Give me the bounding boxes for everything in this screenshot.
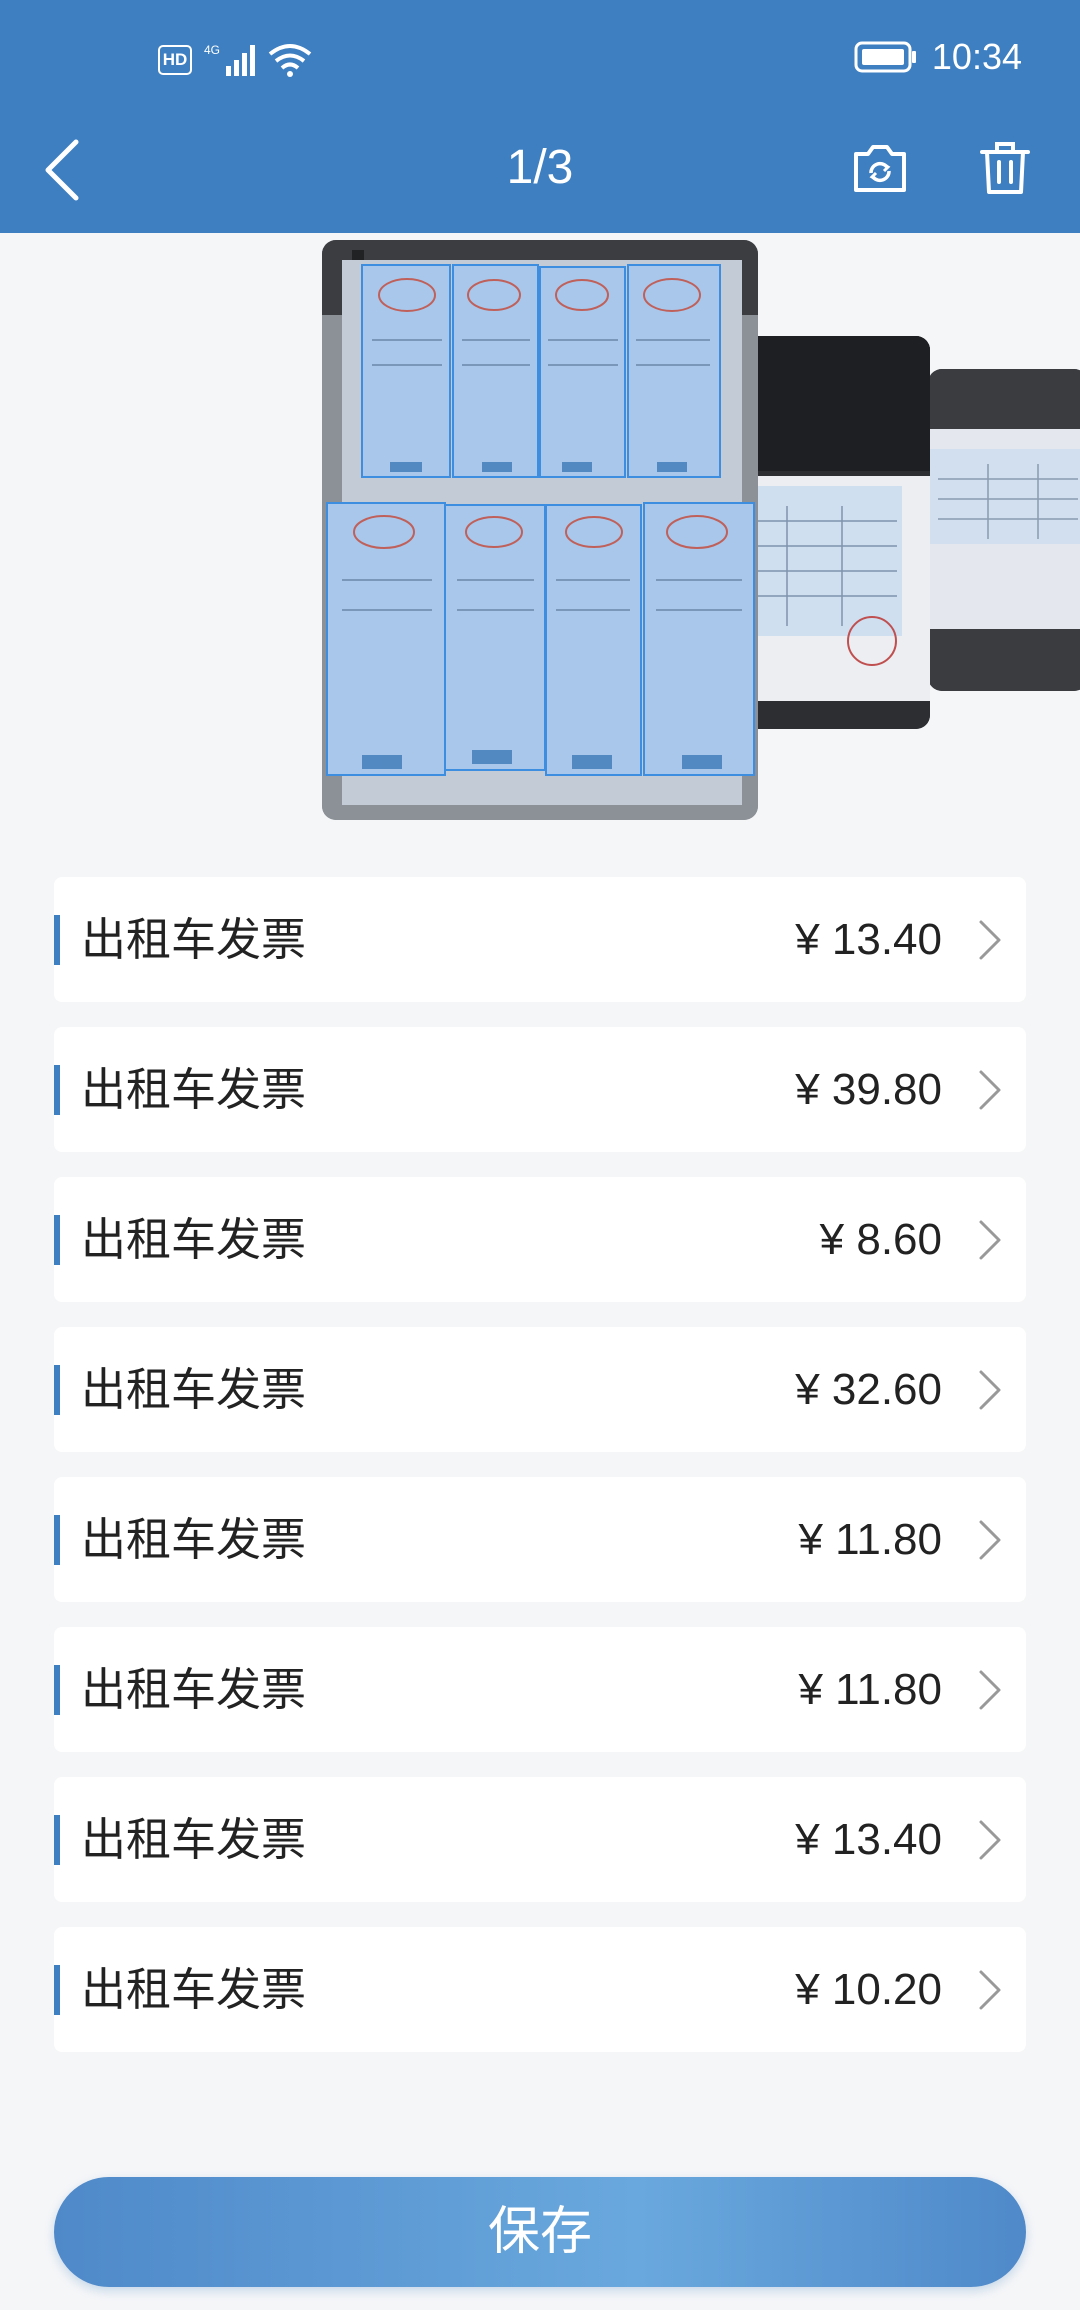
wifi-icon (268, 44, 312, 77)
invoice-row[interactable]: 出租车发票 ¥ 39.80 (54, 1027, 1026, 1152)
chevron-right-icon (979, 1370, 1001, 1410)
invoice-amount: ¥ 13.40 (795, 915, 942, 964)
invoice-amount: ¥ 32.60 (795, 1365, 942, 1414)
status-bar-left: HD 4G (158, 42, 312, 78)
invoice-amount: ¥ 8.60 (819, 1215, 942, 1264)
status-bar-right: 10:34 (854, 36, 1022, 78)
chevron-right-icon (979, 920, 1001, 960)
row-accent-bar (54, 1665, 60, 1715)
invoice-amount: ¥ 39.80 (795, 1065, 942, 1114)
status-time: 10:34 (931, 36, 1022, 77)
photo-carousel[interactable] (0, 233, 1080, 833)
row-accent-bar (54, 1065, 60, 1115)
photo-thumbnail-2[interactable] (732, 336, 930, 729)
chevron-right-icon (979, 1970, 1001, 2010)
page-counter: 1/3 (506, 141, 574, 194)
invoice-row[interactable]: 出租车发票 ¥ 10.20 (54, 1927, 1026, 2052)
receipt-row-bottom (326, 502, 755, 776)
save-button[interactable]: 保存 (54, 2177, 1026, 2287)
photo-main[interactable] (322, 240, 758, 820)
receipt-row-top (361, 264, 721, 478)
invoice-type: 出租车发票 (81, 1063, 307, 1116)
trash-icon (980, 142, 1030, 194)
invoice-type: 出租车发票 (81, 1963, 307, 2016)
network-type-label: 4G (204, 43, 220, 57)
chevron-right-icon (979, 1070, 1001, 1110)
invoice-amount: ¥ 10.20 (795, 1965, 942, 2014)
hd-badge: HD (158, 45, 192, 75)
invoice-row[interactable]: 出租车发票 ¥ 32.60 (54, 1327, 1026, 1452)
invoice-type: 出租车发票 (81, 1813, 307, 1866)
invoice-type: 出租车发票 (81, 1663, 307, 1716)
retake-photo-button[interactable] (850, 140, 910, 196)
invoice-row[interactable]: 出租车发票 ¥ 13.40 (54, 1777, 1026, 1902)
delete-button[interactable] (980, 140, 1030, 196)
row-accent-bar (54, 1965, 60, 2015)
battery-icon (854, 41, 916, 73)
photo-thumbnail-3[interactable] (928, 369, 1080, 691)
row-accent-bar (54, 1365, 60, 1415)
invoice-row[interactable]: 出租车发票 ¥ 8.60 (54, 1177, 1026, 1302)
signal-icon: 4G (204, 43, 255, 76)
invoice-row[interactable]: 出租车发票 ¥ 11.80 (54, 1627, 1026, 1752)
invoice-row[interactable]: 出租车发票 ¥ 13.40 (54, 877, 1026, 1002)
chevron-right-icon (979, 1220, 1001, 1260)
invoice-amount: ¥ 11.80 (798, 1665, 942, 1714)
invoice-type: 出租车发票 (81, 1213, 307, 1266)
invoice-type: 出租车发票 (81, 1363, 307, 1416)
row-accent-bar (54, 915, 60, 965)
invoice-amount: ¥ 13.40 (795, 1815, 942, 1864)
chevron-right-icon (979, 1820, 1001, 1860)
invoice-row[interactable]: 出租车发票 ¥ 11.80 (54, 1477, 1026, 1602)
row-accent-bar (54, 1515, 60, 1565)
row-accent-bar (54, 1815, 60, 1865)
camera-rotate-icon (854, 145, 906, 192)
chevron-right-icon (979, 1520, 1001, 1560)
invoice-amount: ¥ 11.80 (798, 1515, 942, 1564)
row-accent-bar (54, 1215, 60, 1265)
invoice-type: 出租车发票 (81, 1513, 307, 1566)
invoice-list: 出租车发票 ¥ 13.40 出租车发票 ¥ 39.80 出租车发票 ¥ 8.60… (54, 877, 1026, 2077)
chevron-right-icon (979, 1670, 1001, 1710)
app-header: HD 4G 10:34 1/3 (0, 0, 1080, 233)
invoice-type: 出租车发票 (81, 913, 307, 966)
